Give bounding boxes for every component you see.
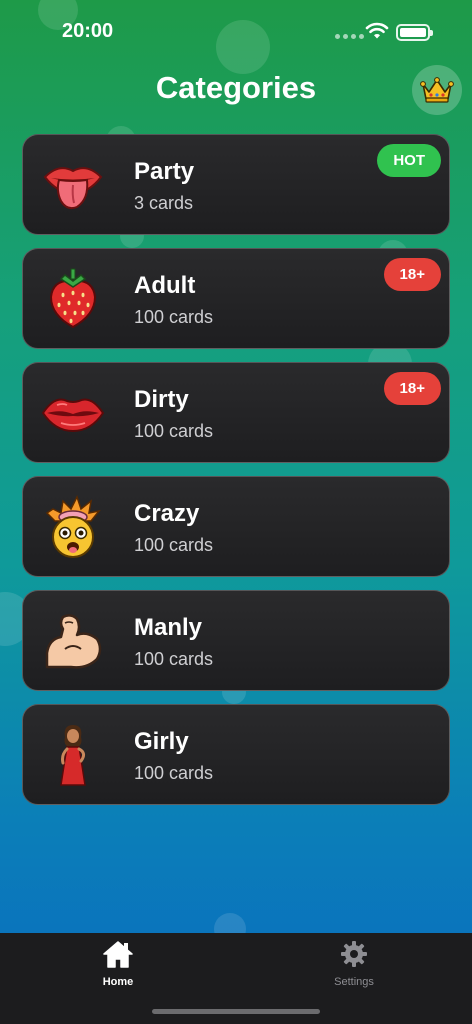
category-name: Adult [134,272,196,299]
flexed-bicep-icon [45,614,102,669]
category-name: Crazy [134,500,200,527]
category-card-crazy[interactable]: Crazy 100 cards [22,476,450,577]
category-name: Manly [134,614,203,641]
page-title: Categories [155,70,317,105]
tab-settings[interactable]: Settings [294,939,414,988]
home-icon [103,941,133,968]
category-name: Dirty [134,386,189,413]
category-card-dirty[interactable]: Dirty 100 cards 18+ [22,362,450,463]
age-badge: 18+ [383,258,441,291]
status-bar: 20:00 [0,0,472,60]
status-time: 20:00 [62,20,114,42]
category-count: 100 cards [134,535,214,555]
category-count: 100 cards [134,649,214,669]
age-badge: 18+ [383,372,441,405]
kiss-lips-icon [41,398,105,433]
category-count: 100 cards [134,763,214,783]
category-count: 100 cards [134,307,214,327]
battery-icon [396,24,433,41]
crown-icon [420,77,454,103]
tab-home[interactable]: Home [58,939,178,988]
tongue-lips-icon [43,167,103,210]
category-count: 100 cards [134,421,214,441]
category-card-manly[interactable]: Manly 100 cards [22,590,450,691]
tab-label: Settings [334,976,374,988]
tab-label: Home [102,976,134,988]
strawberry-icon [49,268,97,329]
category-card-girly[interactable]: Girly 100 cards [22,704,450,805]
home-indicator [152,1009,320,1014]
category-name: Party [134,158,195,185]
category-count: 3 cards [134,193,194,213]
tab-bar: Home Settings [0,933,472,1024]
gear-icon [341,941,367,967]
category-name: Girly [134,728,189,755]
woman-red-dress-icon [60,725,86,786]
signal-icon [335,34,364,39]
exploding-head-icon [45,495,101,558]
hot-badge: HOT [377,144,441,177]
category-card-adult[interactable]: Adult 100 cards 18+ [22,248,450,349]
category-card-party[interactable]: Party 3 cards HOT [22,134,450,235]
wifi-icon [365,22,389,39]
premium-button[interactable] [412,65,462,115]
